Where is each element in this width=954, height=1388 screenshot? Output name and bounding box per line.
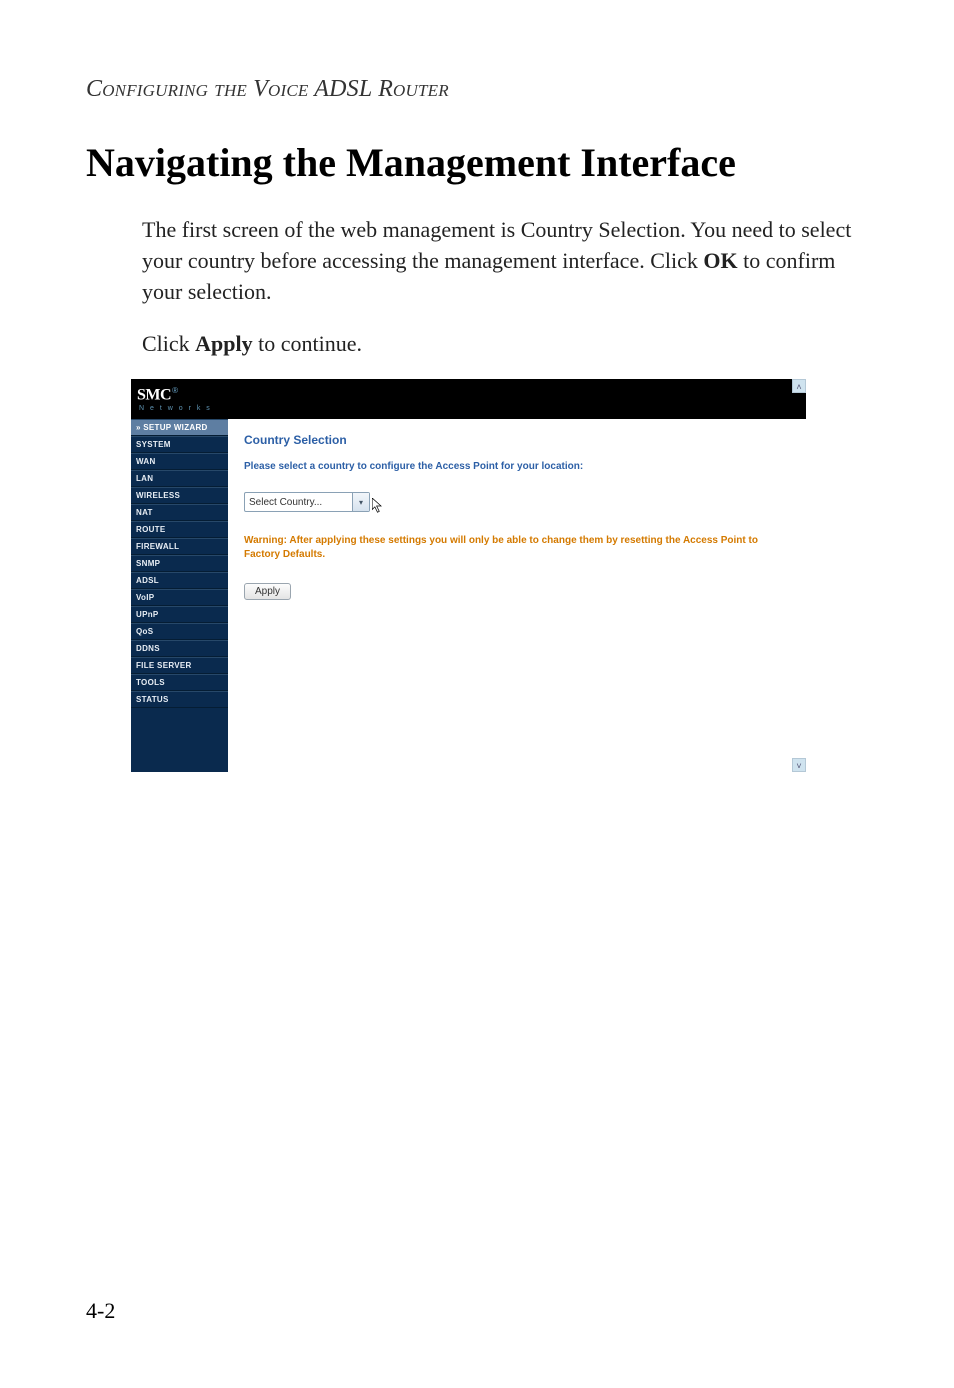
chevron-down-icon: ▾ xyxy=(352,493,369,511)
logo: SMC® N e t w o r k s xyxy=(131,379,228,419)
sidebar-item-file-server[interactable]: FILE SERVER xyxy=(131,657,228,674)
sidebar-item-nat[interactable]: NAT xyxy=(131,504,228,521)
sidebar-spacer xyxy=(131,708,228,772)
sidebar-item-system[interactable]: SYSTEM xyxy=(131,436,228,453)
scroll-up-icon[interactable]: ˄ xyxy=(792,379,806,393)
paragraph-2: Click Apply to continue. xyxy=(142,328,868,359)
paragraph-1: The first screen of the web management i… xyxy=(142,214,868,308)
embedded-screenshot: SMC® N e t w o r k s » SETUP WIZARD SYST… xyxy=(131,379,806,772)
sidebar-item-firewall[interactable]: FIREWALL xyxy=(131,538,228,555)
sidebar-item-tools[interactable]: TOOLS xyxy=(131,674,228,691)
document-page: Configuring the Voice ADSL Router Naviga… xyxy=(0,0,954,1388)
sidebar-item-snmp[interactable]: SNMP xyxy=(131,555,228,572)
sidebar-item-upnp[interactable]: UPnP xyxy=(131,606,228,623)
sidebar: SMC® N e t w o r k s » SETUP WIZARD SYST… xyxy=(131,379,228,772)
running-head: Configuring the Voice ADSL Router xyxy=(86,76,868,103)
sidebar-item-adsl[interactable]: ADSL xyxy=(131,572,228,589)
content-body: Country Selection Please select a countr… xyxy=(228,419,806,601)
logo-subtext: N e t w o r k s xyxy=(139,405,212,412)
router-ui: SMC® N e t w o r k s » SETUP WIZARD SYST… xyxy=(131,379,806,772)
sidebar-item-lan[interactable]: LAN xyxy=(131,470,228,487)
sidebar-item-route[interactable]: ROUTE xyxy=(131,521,228,538)
page-number: 4-2 xyxy=(86,1298,115,1324)
content-header-bar xyxy=(228,379,806,419)
section-title: Navigating the Management Interface xyxy=(86,139,868,186)
sidebar-item-setup-wizard[interactable]: » SETUP WIZARD xyxy=(131,419,228,436)
sidebar-item-ddns[interactable]: DDNS xyxy=(131,640,228,657)
logo-registered-icon: ® xyxy=(172,386,178,395)
running-head-text: Configuring the Voice ADSL Router xyxy=(86,76,449,102)
country-select-value: Select Country... xyxy=(249,497,322,508)
sidebar-item-status[interactable]: STATUS xyxy=(131,691,228,708)
p2-bold: Apply xyxy=(195,331,252,356)
p1-bold: OK xyxy=(703,248,737,273)
sidebar-item-voip[interactable]: VoIP xyxy=(131,589,228,606)
scroll-down-icon[interactable]: ˅ xyxy=(792,758,806,772)
sidebar-item-qos[interactable]: QoS xyxy=(131,623,228,640)
country-select-row: Select Country... ▾ xyxy=(244,492,370,513)
cursor-icon xyxy=(372,498,383,514)
apply-button[interactable]: Apply xyxy=(244,583,291,600)
p2-post: to continue. xyxy=(253,331,362,356)
country-selection-instruction: Please select a country to configure the… xyxy=(244,461,794,472)
sidebar-item-wan[interactable]: WAN xyxy=(131,453,228,470)
logo-text: SMC xyxy=(137,387,171,404)
sidebar-item-wireless[interactable]: WIRELESS xyxy=(131,487,228,504)
country-selection-title: Country Selection xyxy=(244,433,794,447)
body-text: The first screen of the web management i… xyxy=(142,214,868,359)
warning-text: Warning: After applying these settings y… xyxy=(244,534,794,561)
content-pane: Country Selection Please select a countr… xyxy=(228,379,806,772)
country-select[interactable]: Select Country... ▾ xyxy=(244,492,370,512)
p2-pre: Click xyxy=(142,331,195,356)
